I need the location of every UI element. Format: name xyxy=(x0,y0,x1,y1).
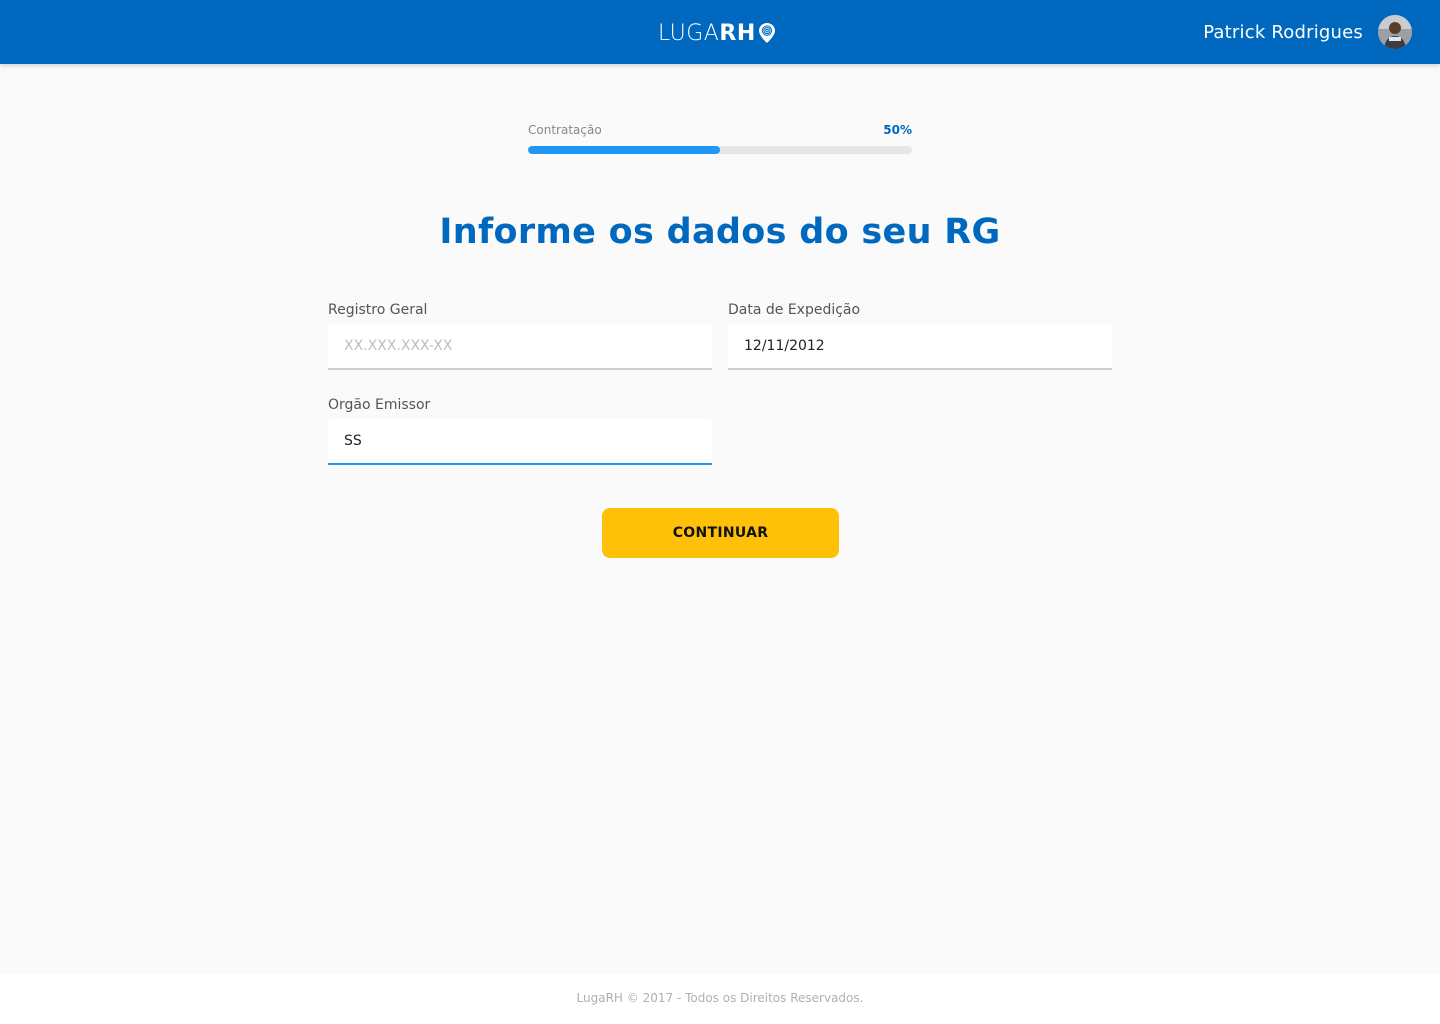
page-title: Informe os dados do seu RG xyxy=(439,212,1001,252)
data-expedicao-label: Data de Expedição xyxy=(728,302,861,318)
top-bar: LUGA RH Patrick Rodrigues xyxy=(0,0,1440,64)
data-expedicao-input[interactable] xyxy=(728,324,1112,370)
registro-geral-label: Registro Geral xyxy=(328,302,428,318)
progress-track xyxy=(528,146,912,154)
user-menu[interactable]: Patrick Rodrigues xyxy=(1203,15,1412,49)
registro-geral-field: Registro Geral xyxy=(328,302,712,370)
data-expedicao-field: Data de Expedição xyxy=(728,302,1112,370)
orgao-emissor-field: Orgão Emissor xyxy=(328,397,712,465)
logo-text-bold: RH xyxy=(719,20,756,46)
orgao-emissor-label: Orgão Emissor xyxy=(328,397,431,413)
copyright-text: LugaRH © 2017 - Todos os Direitos Reserv… xyxy=(576,991,864,1005)
avatar[interactable] xyxy=(1378,15,1412,49)
registro-geral-input[interactable] xyxy=(328,324,712,370)
progress-fill xyxy=(528,146,720,154)
hiring-progress: Contratação 50% xyxy=(528,123,912,154)
progress-percent: 50% xyxy=(883,123,912,137)
orgao-emissor-input[interactable] xyxy=(328,419,712,465)
logo-text-light: LUGA xyxy=(658,20,720,46)
progress-label: Contratação xyxy=(528,123,602,137)
lugarh-logo[interactable]: LUGA RH xyxy=(658,20,776,46)
user-photo-icon xyxy=(1378,15,1412,49)
user-name: Patrick Rodrigues xyxy=(1203,21,1363,43)
continue-button[interactable]: CONTINUAR xyxy=(602,508,839,558)
map-pin-icon xyxy=(758,23,775,43)
footer: LugaRH © 2017 - Todos os Direitos Reserv… xyxy=(0,974,1440,1024)
